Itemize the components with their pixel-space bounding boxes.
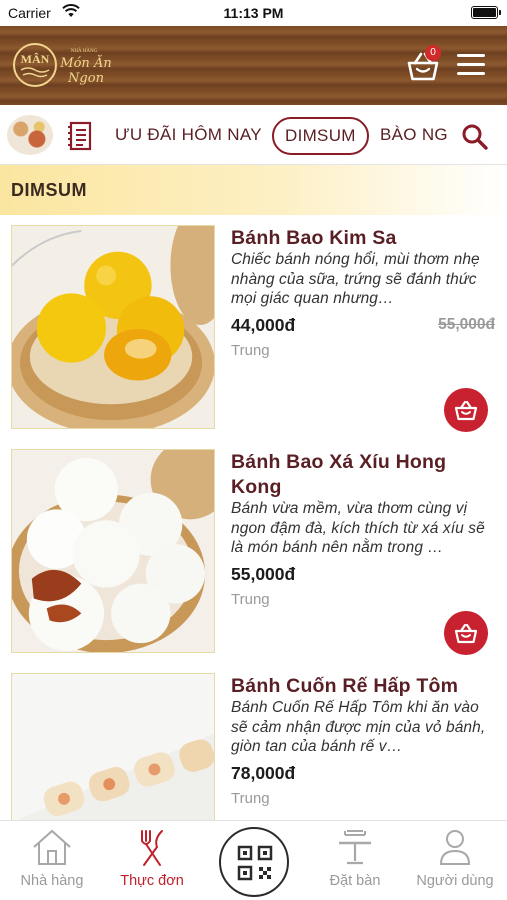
menu-document-icon[interactable] xyxy=(67,121,93,151)
user-icon xyxy=(439,830,471,865)
section-header: DIMSUM xyxy=(0,165,507,215)
food-thumbnail[interactable] xyxy=(7,115,53,155)
app-header: MÂN NHÀ HÀNG Món Ăn Ngon 0 xyxy=(0,26,507,105)
product-size: Trung xyxy=(231,591,270,608)
nav-label: Người dùng xyxy=(416,873,494,889)
product-description: Bánh Cuốn Rế Hấp Tôm khi ăn vào sẽ cảm n… xyxy=(231,699,486,755)
product-list: Bánh Bao Kim Sa Chiếc bánh nóng hổi, mùi… xyxy=(0,215,507,820)
svg-text:Ngon: Ngon xyxy=(67,71,104,86)
product-name: Bánh Cuốn Rế Hấp Tôm xyxy=(231,675,459,697)
basket-icon xyxy=(454,400,478,421)
nav-label: Thực đơn xyxy=(120,873,184,889)
product-price: 55,000đ xyxy=(231,564,296,584)
add-to-cart-button[interactable] xyxy=(444,611,488,655)
tab-today-deals[interactable]: ƯU ĐÃI HÔM NAY xyxy=(115,125,262,145)
product-name: Bánh Bao Kim Sa xyxy=(231,227,397,249)
add-to-cart-button[interactable] xyxy=(444,388,488,432)
tab-bao-ngu[interactable]: BÀO NG xyxy=(380,125,452,145)
product-price: 78,000đ xyxy=(231,763,296,783)
svg-text:Món Ăn: Món Ăn xyxy=(59,55,111,71)
qr-scan-button[interactable] xyxy=(219,827,289,897)
product-card[interactable]: Bánh Cuốn Rế Hấp Tôm Bánh Cuốn Rế Hấp Tô… xyxy=(0,663,507,820)
product-size: Trung xyxy=(231,790,270,807)
svg-text:NHÀ HÀNG: NHÀ HÀNG xyxy=(71,48,98,54)
product-photo xyxy=(11,673,215,820)
restaurant-logo[interactable]: MÂN NHÀ HÀNG Món Ăn Ngon xyxy=(12,40,122,90)
clock: 11:13 PM xyxy=(223,5,284,21)
home-icon xyxy=(33,829,71,865)
search-icon[interactable] xyxy=(461,123,489,151)
product-card[interactable]: Bánh Bao Xá Xíu Hong Kong Bánh vừa mềm, … xyxy=(0,439,507,663)
svg-text:MÂN: MÂN xyxy=(21,52,50,66)
nav-booking[interactable]: Đặt bàn xyxy=(305,827,405,889)
bottom-navigation: Nhà hàng Thực đơn Đặt bàn Người dùng xyxy=(0,820,507,900)
nav-restaurant[interactable]: Nhà hàng xyxy=(2,827,102,889)
product-photo xyxy=(11,225,215,429)
product-description: Bánh vừa mềm, vừa thơm cùng vị ngon đậm … xyxy=(231,500,485,556)
product-price: 44,000đ xyxy=(231,315,296,335)
nav-user[interactable]: Người dùng xyxy=(405,827,505,889)
nav-label: Nhà hàng xyxy=(20,873,84,889)
qr-code-icon xyxy=(237,845,273,881)
hamburger-menu-icon[interactable] xyxy=(457,54,485,76)
category-tabs: ƯU ĐÃI HÔM NAY DIMSUM BÀO NG xyxy=(0,105,507,165)
status-bar: Carrier 11:13 PM xyxy=(0,0,507,26)
basket-icon xyxy=(454,623,478,644)
table-icon xyxy=(339,830,371,865)
nav-menu[interactable]: Thực đơn xyxy=(102,827,202,889)
section-title: DIMSUM xyxy=(11,180,87,200)
product-description: Chiếc bánh nóng hổi, mùi thơm nhẹ nhàng … xyxy=(231,251,480,307)
tab-dimsum[interactable]: DIMSUM xyxy=(272,117,369,155)
fork-knife-icon xyxy=(141,830,163,866)
product-size: Trung xyxy=(231,342,270,359)
battery-icon xyxy=(471,6,501,19)
nav-label: Đặt bàn xyxy=(329,873,381,889)
product-name: Bánh Bao Xá Xíu Hong Kong xyxy=(231,451,447,498)
cart-count-badge: 0 xyxy=(425,45,441,61)
product-photo xyxy=(11,449,215,653)
product-card[interactable]: Bánh Bao Kim Sa Chiếc bánh nóng hổi, mùi… xyxy=(0,215,507,439)
product-original-price: 55,000đ xyxy=(438,316,495,333)
